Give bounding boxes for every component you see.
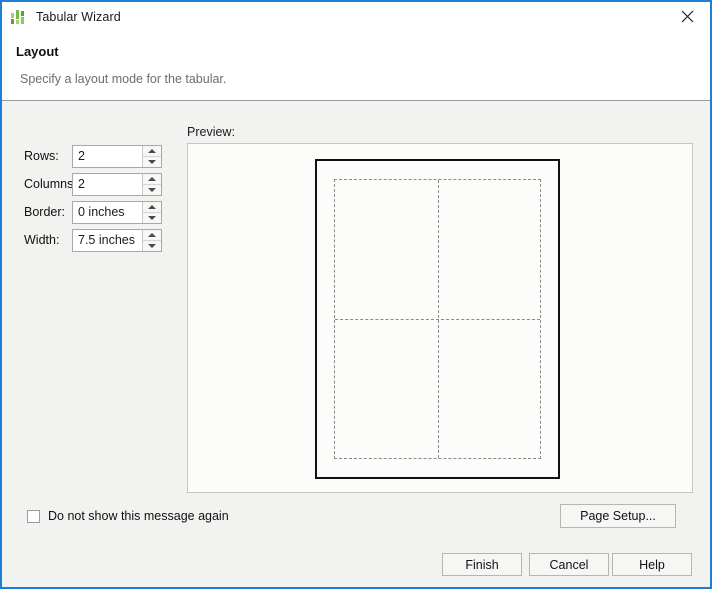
rows-stepper[interactable]: 2 xyxy=(72,144,162,168)
rows-input[interactable]: 2 xyxy=(73,145,142,167)
triangle-down-icon xyxy=(148,187,156,192)
tabular-wizard-dialog: Tabular Wizard Layout Specify a layout m… xyxy=(0,0,712,589)
width-spin-down-button[interactable] xyxy=(143,240,161,251)
border-spin-down-button[interactable] xyxy=(143,212,161,223)
columns-input[interactable]: 2 xyxy=(73,173,142,195)
width-stepper[interactable]: 7.5 inches xyxy=(72,228,162,252)
triangle-down-icon xyxy=(148,215,156,220)
preview-grid xyxy=(334,179,541,459)
border-spin-up-button[interactable] xyxy=(143,201,161,213)
columns-label: Columns: xyxy=(24,177,77,191)
dialog-header: Layout Specify a layout mode for the tab… xyxy=(2,31,710,100)
triangle-up-icon xyxy=(148,176,156,181)
preview-page xyxy=(315,159,560,479)
page-subtitle: Specify a layout mode for the tabular. xyxy=(20,72,227,86)
width-spin-buttons xyxy=(142,229,161,251)
columns-stepper[interactable]: 2 xyxy=(72,172,162,196)
page-setup-button[interactable]: Page Setup... xyxy=(560,504,676,528)
close-icon xyxy=(681,10,694,23)
triangle-up-icon xyxy=(148,148,156,153)
do-not-show-again-label: Do not show this message again xyxy=(48,509,229,523)
dialog-body: Rows: 2 Columns: 2 Border: 0 inches Widt… xyxy=(2,101,710,587)
rows-spin-up-button[interactable] xyxy=(143,145,161,157)
border-stepper[interactable]: 0 inches xyxy=(72,200,162,224)
triangle-up-icon xyxy=(148,204,156,209)
columns-spin-down-button[interactable] xyxy=(143,184,161,195)
rows-spin-buttons xyxy=(142,145,161,167)
border-label: Border: xyxy=(24,205,65,219)
finish-button[interactable]: Finish xyxy=(442,553,522,576)
width-label: Width: xyxy=(24,233,60,247)
do-not-show-again-row[interactable]: Do not show this message again xyxy=(27,509,229,523)
columns-spin-up-button[interactable] xyxy=(143,173,161,185)
columns-spin-buttons xyxy=(142,173,161,195)
width-spin-up-button[interactable] xyxy=(143,229,161,241)
help-button[interactable]: Help xyxy=(612,553,692,576)
window-title: Tabular Wizard xyxy=(36,9,121,24)
preview-panel xyxy=(187,143,693,493)
preview-grid-row-divider xyxy=(335,319,540,320)
bar-chart-icon xyxy=(11,9,27,25)
rows-label: Rows: xyxy=(24,149,59,163)
page-title: Layout xyxy=(16,44,59,59)
title-bar: Tabular Wizard xyxy=(2,2,710,31)
do-not-show-again-checkbox[interactable] xyxy=(27,509,40,523)
border-input[interactable]: 0 inches xyxy=(73,201,142,223)
triangle-down-icon xyxy=(148,159,156,164)
cancel-button[interactable]: Cancel xyxy=(529,553,609,576)
triangle-up-icon xyxy=(148,232,156,237)
close-button[interactable] xyxy=(665,2,710,31)
rows-spin-down-button[interactable] xyxy=(143,156,161,167)
width-input[interactable]: 7.5 inches xyxy=(73,229,142,251)
border-spin-buttons xyxy=(142,201,161,223)
triangle-down-icon xyxy=(148,243,156,248)
preview-label: Preview: xyxy=(187,125,235,139)
